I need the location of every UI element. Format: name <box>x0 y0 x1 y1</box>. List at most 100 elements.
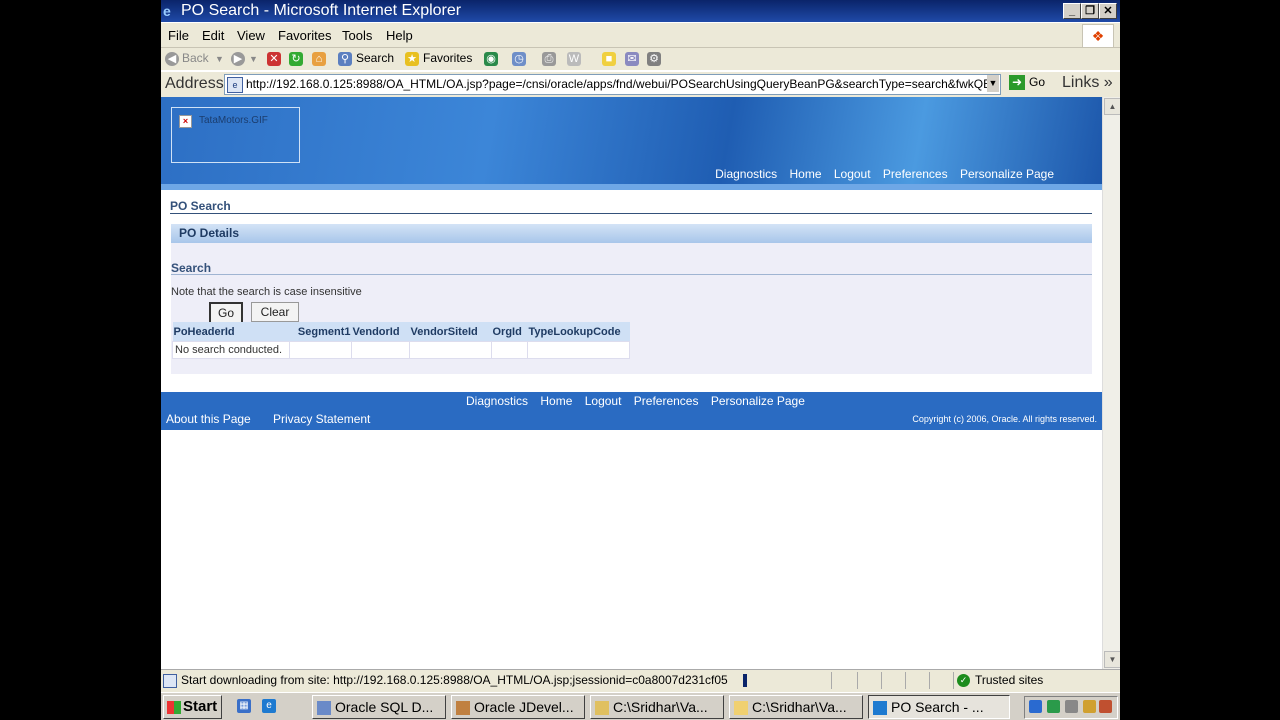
footer-link-preferences[interactable]: Preferences <box>634 394 699 408</box>
footer-link-personalize[interactable]: Personalize Page <box>711 394 805 408</box>
table-cell <box>527 341 630 359</box>
back-dropdown-icon[interactable]: ▼ <box>215 54 224 64</box>
favorites-button[interactable]: Favorites <box>423 51 472 65</box>
media-icon[interactable]: ◉ <box>484 52 498 66</box>
close-button[interactable]: ✕ <box>1099 3 1117 19</box>
table-cell <box>409 341 492 359</box>
refresh-icon[interactable]: ↻ <box>289 52 303 66</box>
menu-favorites[interactable]: Favorites <box>278 28 331 43</box>
stop-icon[interactable]: ✕ <box>267 52 281 66</box>
start-button[interactable]: Start <box>163 695 222 719</box>
title-divider <box>170 213 1092 214</box>
logo-alt-text: TataMotors.GIF <box>199 115 268 126</box>
back-button[interactable]: Back <box>182 51 209 65</box>
status-bar: Start downloading from site: http://192.… <box>161 669 1120 692</box>
table-cell <box>491 341 528 359</box>
status-divider <box>905 672 906 689</box>
banner-stripe <box>161 184 1102 190</box>
ie-icon: e <box>163 3 171 19</box>
col-segment1[interactable]: Segment1 <box>289 322 352 342</box>
search-button[interactable]: Search <box>356 51 394 65</box>
col-vendorsiteid[interactable]: VendorSiteId <box>409 322 492 342</box>
company-logo: × TataMotors.GIF <box>171 107 300 163</box>
forward-arrow-icon[interactable]: ▶ <box>231 52 245 66</box>
col-orgid[interactable]: OrgId <box>491 322 528 342</box>
discuss-icon[interactable]: ■ <box>602 52 616 66</box>
folder-icon <box>734 701 748 716</box>
status-divider <box>881 672 882 689</box>
status-divider <box>929 672 930 689</box>
table-cell <box>351 341 410 359</box>
windows-flag-icon <box>167 700 181 714</box>
progress-indicator <box>743 674 747 687</box>
address-dropdown-icon[interactable]: ▼ <box>987 75 999 92</box>
table-row: No search conducted. <box>172 341 630 359</box>
network-tray-icon[interactable] <box>1047 700 1060 713</box>
security-zone[interactable]: ✓ Trusted sites <box>957 673 1043 688</box>
research-icon[interactable]: ⚙ <box>647 52 661 66</box>
scroll-down-icon[interactable]: ▼ <box>1104 651 1120 668</box>
windows-logo-icon: ❖ <box>1082 24 1114 48</box>
help-tray-icon[interactable] <box>1029 700 1042 713</box>
col-poheaderid[interactable]: PoHeaderId <box>172 322 290 342</box>
ie-task-icon <box>873 701 887 716</box>
menu-view[interactable]: View <box>237 28 265 43</box>
menu-bar: File Edit View Favorites Tools Help ❖ <box>161 23 1120 48</box>
global-link-home[interactable]: Home <box>789 167 821 181</box>
history-icon[interactable]: ◷ <box>512 52 526 66</box>
home-icon[interactable]: ⌂ <box>312 52 326 66</box>
status-text: Start downloading from site: http://192.… <box>163 673 736 688</box>
col-typelookupcode[interactable]: TypeLookupCode <box>527 322 630 342</box>
broken-image-icon: × <box>179 115 192 128</box>
menu-help[interactable]: Help <box>386 28 413 43</box>
address-input[interactable]: e http://192.168.0.125:8988/OA_HTML/OA.js… <box>224 74 1001 95</box>
jdeveloper-icon <box>456 701 470 716</box>
sql-developer-icon <box>317 701 331 716</box>
about-page-link[interactable]: About this Page <box>166 412 251 426</box>
print-icon[interactable]: ⎙ <box>542 52 556 66</box>
footer-link-logout[interactable]: Logout <box>585 394 622 408</box>
address-go-button[interactable]: ➜ Go <box>1009 75 1045 91</box>
task-oracle-sql[interactable]: Oracle SQL D... <box>312 695 446 719</box>
go-button[interactable]: Go <box>209 302 243 324</box>
status-divider <box>953 672 954 689</box>
menu-edit[interactable]: Edit <box>202 28 224 43</box>
task-explorer-2[interactable]: C:\Sridhar\Va... <box>729 695 863 719</box>
global-link-diagnostics[interactable]: Diagnostics <box>715 167 777 181</box>
page-footer: Diagnostics Home Logout Preferences Pers… <box>161 392 1102 430</box>
notepad-icon <box>595 701 609 716</box>
vertical-scrollbar[interactable]: ▲ ▼ <box>1102 97 1120 669</box>
edit-icon[interactable]: W <box>567 52 581 66</box>
links-button[interactable]: Links » <box>1062 74 1113 92</box>
search-divider <box>171 274 1092 275</box>
restore-button[interactable]: ❐ <box>1081 3 1099 19</box>
clear-button[interactable]: Clear <box>251 302 299 322</box>
ie-quicklaunch-icon[interactable]: e <box>262 699 276 713</box>
menu-tools[interactable]: Tools <box>342 28 372 43</box>
privacy-statement-link[interactable]: Privacy Statement <box>273 412 370 426</box>
search-icon: ⚲ <box>338 52 352 66</box>
show-desktop-icon[interactable]: ▦ <box>237 699 251 713</box>
col-vendorid[interactable]: VendorId <box>351 322 410 342</box>
footer-link-home[interactable]: Home <box>540 394 572 408</box>
task-explorer-1[interactable]: C:\Sridhar\Va... <box>590 695 724 719</box>
messenger-icon[interactable]: ✉ <box>625 52 639 66</box>
monitor-tray-icon[interactable] <box>1065 700 1078 713</box>
app-tray-icon[interactable] <box>1099 700 1112 713</box>
global-link-preferences[interactable]: Preferences <box>883 167 948 181</box>
status-divider <box>831 672 832 689</box>
global-link-personalize[interactable]: Personalize Page <box>960 167 1054 181</box>
task-oracle-jdev[interactable]: Oracle JDevel... <box>451 695 585 719</box>
security-tray-icon[interactable] <box>1083 700 1096 713</box>
global-link-logout[interactable]: Logout <box>834 167 871 181</box>
copyright-text: Copyright (c) 2006, Oracle. All rights r… <box>912 414 1097 424</box>
page-viewport: × TataMotors.GIF Diagnostics Home Logout… <box>161 97 1102 669</box>
task-po-search[interactable]: PO Search - ... <box>868 695 1010 719</box>
forward-dropdown-icon[interactable]: ▼ <box>249 54 258 64</box>
minimize-button[interactable]: _ <box>1063 3 1081 19</box>
empty-message: No search conducted. <box>172 341 290 359</box>
page-icon: e <box>227 77 243 93</box>
menu-file[interactable]: File <box>168 28 189 43</box>
footer-link-diagnostics[interactable]: Diagnostics <box>466 394 528 408</box>
scroll-up-icon[interactable]: ▲ <box>1104 98 1120 115</box>
